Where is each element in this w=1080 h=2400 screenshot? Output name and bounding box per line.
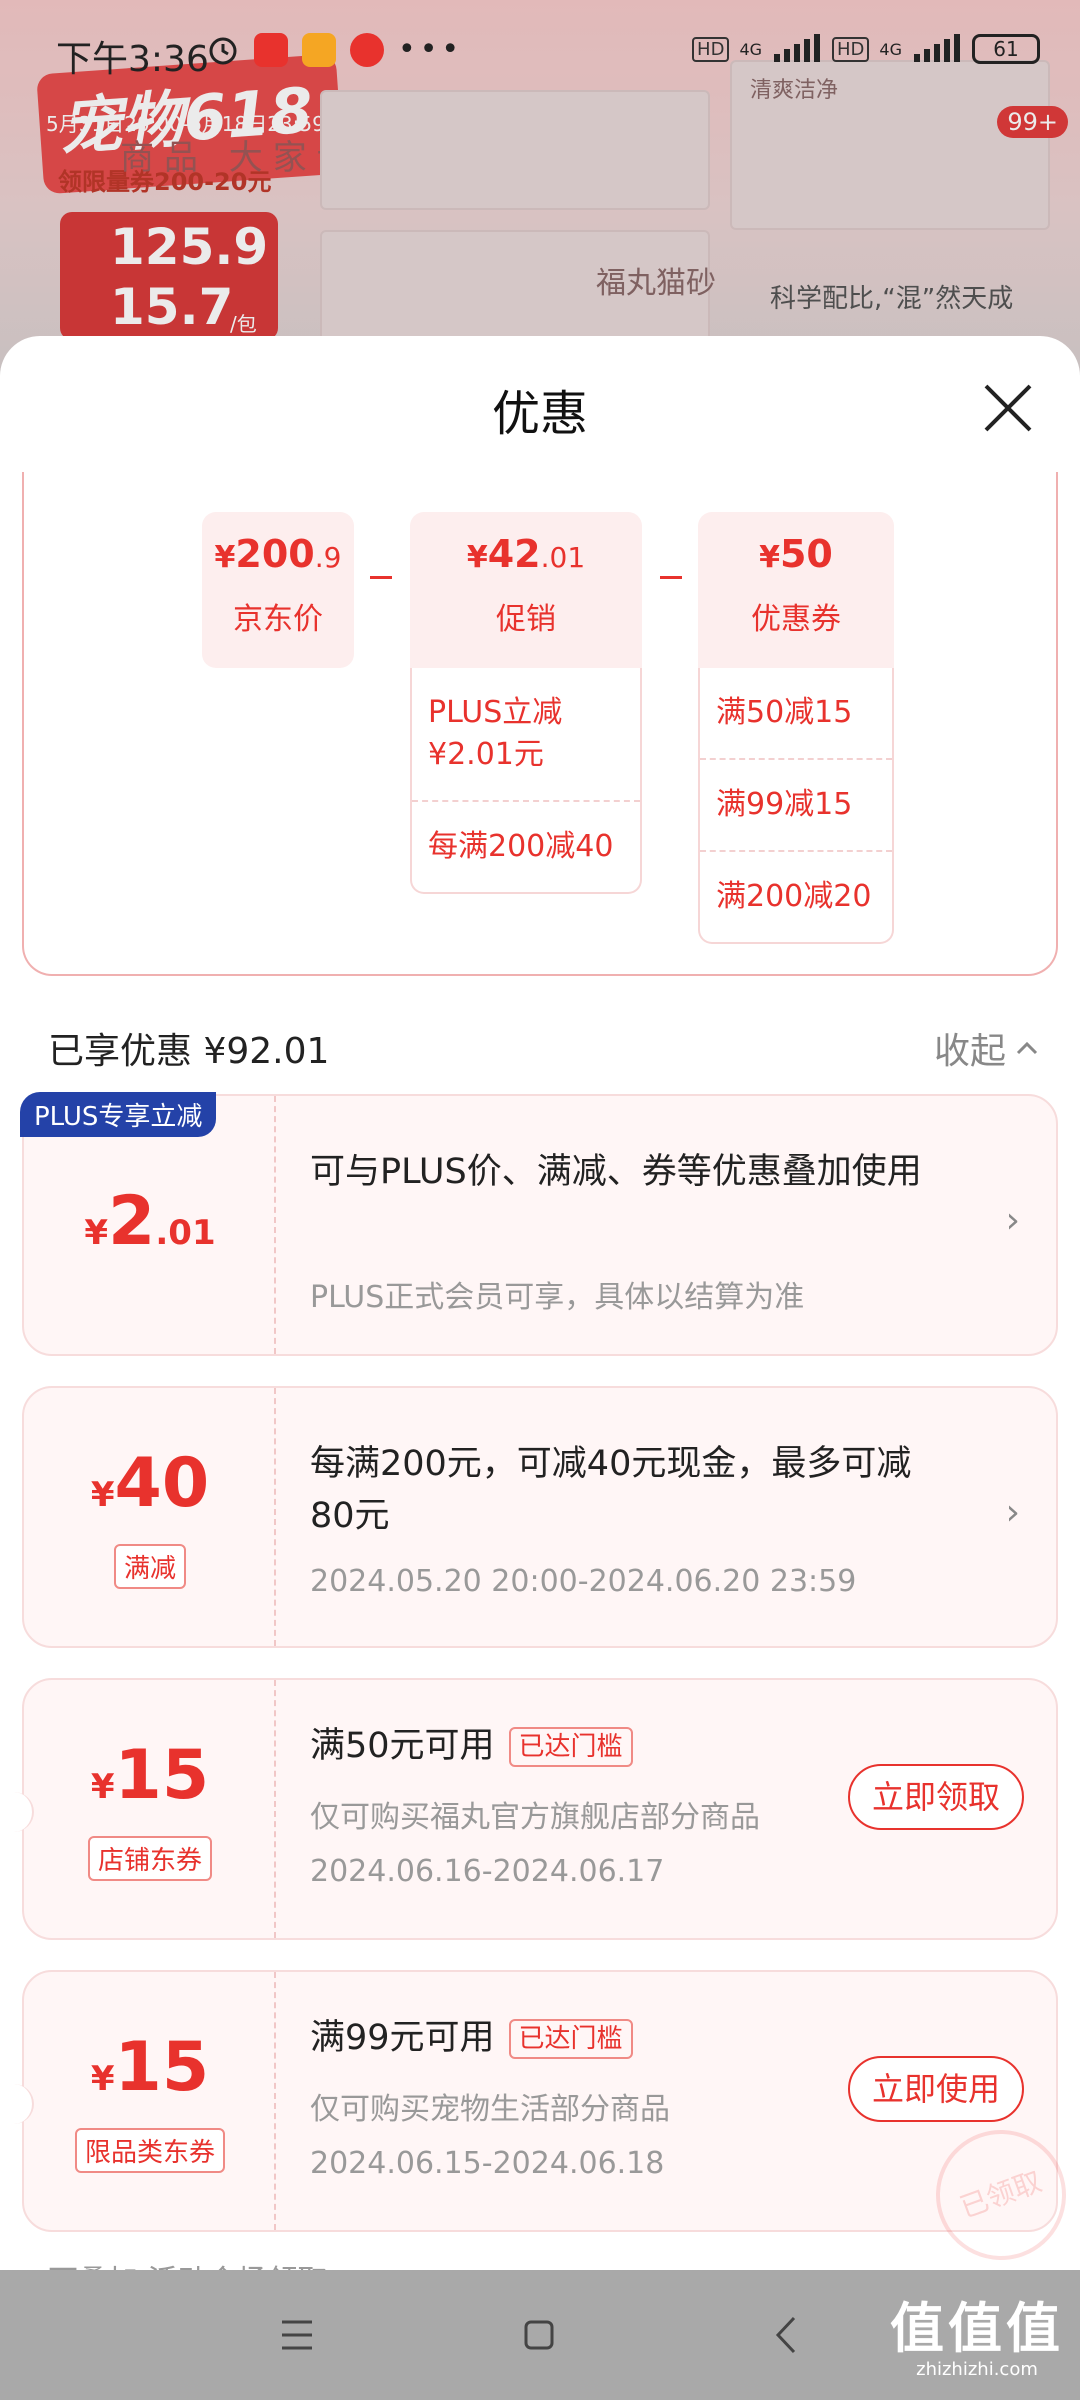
coupon-value: 50 xyxy=(779,532,833,576)
promo-type-tag: 满减 xyxy=(113,1544,187,1589)
promotion-item: 每满200减40 xyxy=(412,800,640,892)
notification-icons: ••• xyxy=(206,32,463,67)
close-icon[interactable] xyxy=(978,378,1038,438)
signal-icon xyxy=(914,34,960,62)
coupon-type-tag: 限品类东券 xyxy=(74,2128,226,2173)
jd-price-label: 京东价 xyxy=(233,602,323,637)
claimed-stamp: 已领取 xyxy=(917,2111,1080,2270)
threshold-badge: 已达门槛 xyxy=(508,2019,633,2059)
hd-icon: HD xyxy=(832,36,870,62)
status-bar: 下午3:36 ••• HD 4G HD 4G 61 xyxy=(0,0,1080,104)
collapse-button[interactable]: 收起 xyxy=(934,1022,1038,1074)
status-time: 下午3:36 xyxy=(56,39,209,80)
system-nav-bar: 值值值 zhizhizhi.com xyxy=(0,2270,1080,2400)
card-date: 2024.06.15-2024.06.18 xyxy=(310,2146,665,2181)
more-info-row: 可叠加 活动会场领取 xyxy=(48,2256,328,2270)
card-title: 可与PLUS价、满减、券等优惠叠加使用 xyxy=(310,1152,922,1192)
promotion-value: 42 xyxy=(487,532,541,576)
home-icon[interactable] xyxy=(504,2300,574,2370)
watermark-text: 值值值 xyxy=(890,2297,1064,2360)
card-subtitle: PLUS正式会员可享，具体以结算为准 xyxy=(310,1280,805,1315)
back-icon[interactable] xyxy=(752,2300,822,2370)
discount-amount: ¥15 xyxy=(90,1736,210,1815)
battery-icon: 61 xyxy=(972,34,1040,64)
card-title: 每满200元，可减40元现金，最多可减80元 xyxy=(310,1444,912,1536)
system-icons: HD 4G HD 4G 61 xyxy=(692,34,1040,64)
jd-price-value: 200 xyxy=(235,532,315,576)
threshold-badge: 已达门槛 xyxy=(508,1727,633,1767)
minus-sign xyxy=(660,576,682,579)
plus-badge: PLUS专享立减 xyxy=(20,1092,217,1137)
use-coupon-button[interactable]: 立即使用 xyxy=(848,2056,1024,2122)
menu-icon[interactable] xyxy=(262,2300,332,2370)
network-type: 4G xyxy=(739,39,763,59)
price-breakdown: ¥200.9 京东价 ¥42.01 促销 PLUS立减 ¥2.01元 每满200… xyxy=(22,472,1058,976)
card-subtitle: 仅可购买宠物生活部分商品 xyxy=(310,2092,670,2127)
chevron-up-icon xyxy=(1016,1041,1038,1055)
hd-icon: HD xyxy=(692,36,730,62)
coupon-type-tag: 店铺东券 xyxy=(87,1836,213,1881)
coupon-item: 满50减15 xyxy=(716,695,853,730)
alarm-icon xyxy=(209,37,237,64)
plus-discount-card[interactable]: PLUS专享立减 ¥2.01 可与PLUS价、满减、券等优惠叠加使用 PLUS正… xyxy=(20,1092,1058,1356)
notes-app-icon xyxy=(302,32,336,67)
minus-sign xyxy=(370,576,392,579)
discount-amount: ¥15 xyxy=(90,2028,210,2107)
coupon-item: 满99减15 xyxy=(700,758,892,850)
card-date: 2024.05.20 20:00-2024.06.20 23:59 xyxy=(310,1564,857,1599)
category-coupon-card: ¥15 限品类东券 满99元可用 已达门槛 仅可购买宠物生活部分商品 2024.0… xyxy=(10,1970,1080,2270)
card-date: 2024.06.16-2024.06.17 xyxy=(310,1854,665,1889)
card-title: 满50元可用 已达门槛 xyxy=(310,1720,950,1772)
card-title: 满99元可用 已达门槛 xyxy=(310,2012,950,2064)
card-subtitle: 仅可购买福丸官方旗舰店部分商品 xyxy=(310,1800,760,1835)
promotion-label: 促销 xyxy=(496,602,556,637)
claim-coupon-button[interactable]: 立即领取 xyxy=(848,1764,1024,1830)
breakdown-promotion: ¥42.01 促销 PLUS立减 ¥2.01元 每满200减40 xyxy=(410,512,642,894)
full-reduction-card[interactable]: ¥40 满减 每满200元，可减40元现金，最多可减80元 2024.05.20… xyxy=(22,1386,1058,1648)
promotion-item: PLUS立减 ¥2.01元 xyxy=(428,695,563,772)
watermark: 值值值 zhizhizhi.com xyxy=(890,2284,1064,2380)
breakdown-jd-price: ¥200.9 京东价 xyxy=(202,512,354,668)
coupon-label: 优惠券 xyxy=(751,602,841,637)
network-type: 4G xyxy=(879,39,902,59)
enjoyed-discount-total: 已享优惠 ¥92.01 xyxy=(48,1031,330,1072)
more-notifications-icon: ••• xyxy=(398,32,464,67)
chevron-right-icon: › xyxy=(1005,1200,1020,1241)
sheet-title: 优惠 xyxy=(491,386,588,442)
shop-coupon-card: ¥15 店铺东券 满50元可用 已达门槛 仅可购买福丸官方旗舰店部分商品 2024… xyxy=(10,1678,1058,1940)
chevron-right-icon: › xyxy=(1005,1492,1020,1533)
discount-amount: ¥2.01 xyxy=(84,1182,216,1261)
collapse-label: 收起 xyxy=(933,1031,1006,1072)
discount-sheet: 优惠 ¥200.9 京东价 ¥42.01 促销 PLUS立减 ¥2.01元 每满… xyxy=(0,336,1080,2270)
music-app-icon xyxy=(350,32,384,67)
breakdown-coupon: ¥50 优惠券 满50减15 满99减15 满200减20 xyxy=(698,512,894,944)
discount-amount: ¥40 xyxy=(90,1444,210,1523)
signal-icon xyxy=(774,34,821,62)
coupon-item: 满200减20 xyxy=(700,850,892,942)
taobao-app-icon xyxy=(254,32,288,67)
